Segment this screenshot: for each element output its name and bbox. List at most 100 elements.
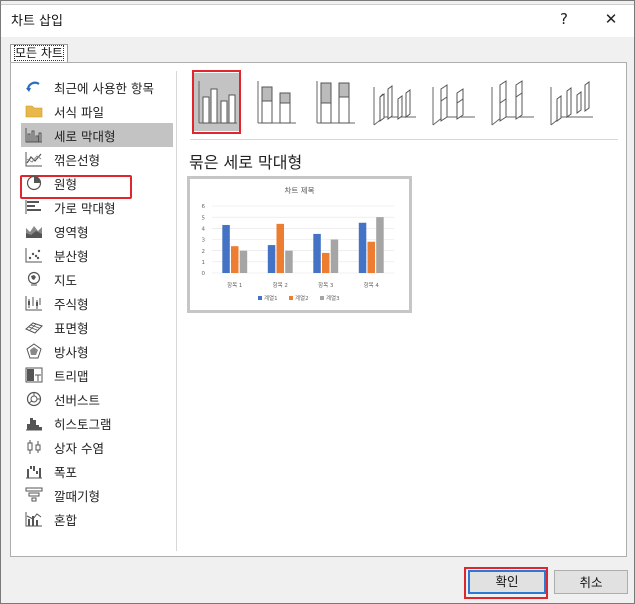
surface-chart-icon [24,319,44,335]
scatter-chart-icon [25,247,43,263]
help-button[interactable]: ? [549,7,579,31]
pie-chart-icon [25,175,43,191]
category-item-18[interactable]: 깔때기형 [21,483,173,507]
legend-swatch-1 [258,296,262,300]
y-tick-label: 4 [202,227,206,233]
category-label: 꺾은선형 [54,152,101,168]
y-tick-label: 5 [202,215,206,221]
chart-subtype-gallery [190,73,620,133]
3d-stacked-column-icon [432,84,475,126]
category-label: 최근에 사용한 항목 [54,80,154,96]
category-item-7[interactable]: 영역형 [21,219,173,243]
category-item-17[interactable]: 폭포 [21,459,173,483]
category-item-10[interactable]: 주식형 [21,291,173,315]
3d-clustered-column-icon [373,85,416,126]
category-label: 서식 파일 [54,104,104,120]
x-tick-label: 항목 3 [318,281,334,289]
bar-1-3 [313,233,321,273]
category-item-12[interactable]: 방사형 [21,339,173,363]
tab-label: 모든 차트 [14,45,64,61]
stock-chart-icon [25,295,43,311]
y-tick-label: 2 [202,249,206,255]
category-item-6[interactable]: 가로 막대형 [21,195,173,219]
sunburst-chart-icon [25,391,43,407]
category-item-11[interactable]: 표면형 [21,315,173,339]
category-label: 표면형 [54,320,89,336]
box-whisker-chart-icon [25,439,43,455]
category-label: 주식형 [54,296,89,312]
subtype-option-4[interactable] [370,73,418,131]
legend-label-3: 계열3 [326,294,340,302]
column-chart-icon [25,127,43,143]
subtype-option-2[interactable] [252,73,300,131]
category-item-1[interactable]: 최근에 사용한 항목 [21,75,173,99]
y-tick-label: 1 [202,260,206,266]
subtype-option-7[interactable] [547,73,595,131]
category-item-9[interactable]: 지도 [21,267,173,291]
category-label: 지도 [54,272,78,288]
tab-area: 모든 차트 최근에 사용한 항목서식 파일세로 막대형꺾은선형원형가로 막대형영… [1,37,634,557]
category-item-13[interactable]: 트리맵 [21,363,173,387]
category-label: 트리맵 [54,368,89,384]
bar-1-1 [222,224,230,273]
legend-swatch-3 [320,296,324,300]
category-item-3[interactable]: 세로 막대형 [21,123,173,147]
cancel-button[interactable]: 취소 [554,570,628,594]
x-tick-label: 항목 2 [273,281,288,289]
close-button[interactable]: ✕ [596,7,626,31]
line-chart-icon [25,151,43,167]
y-tick-label: 0 [202,271,206,277]
category-item-5[interactable]: 원형 [21,171,173,195]
divider [176,71,177,551]
x-tick-label: 항목 4 [364,281,380,289]
bar-2-3 [322,252,330,273]
subtype-option-6[interactable] [488,73,536,131]
preview-chart: 차트 제목 0 1 2 3 4 5 6 항목 1 항목 2 항목 3 항목 4 계열1 계열2 계열3 [202,186,394,302]
chart-category-list: 최근에 사용한 항목서식 파일세로 막대형꺾은선형원형가로 막대형영역형 분산형지… [21,75,173,531]
category-label: 선버스트 [54,392,101,408]
bar-3-2 [285,250,293,273]
category-label: 상자 수염 [54,440,104,456]
bar-2-2 [276,223,284,273]
waterfall-chart-icon [25,463,43,479]
area-chart-icon [25,223,43,239]
bar-chart-icon [25,199,43,215]
category-item-2[interactable]: 서식 파일 [21,99,173,123]
bar-3-1 [239,250,248,273]
folder-icon [25,103,43,119]
category-item-16[interactable]: 상자 수염 [21,435,173,459]
stacked-column-icon [257,81,296,124]
radar-chart-icon [25,343,43,359]
chart-panel: 최근에 사용한 항목서식 파일세로 막대형꺾은선형원형가로 막대형영역형 분산형지… [10,62,627,557]
selected-subtype-highlight [192,70,241,134]
category-item-8[interactable]: 분산형 [21,243,173,267]
combo-chart-icon [25,511,43,527]
insert-chart-dialog: 차트 삽입 ? ✕ 모든 차트 최근에 사용한 항목서식 파일세로 막대형꺾은선… [0,0,635,604]
category-item-15[interactable]: 히스토그램 [21,411,173,435]
map-chart-icon [25,271,43,287]
category-item-14[interactable]: 선버스트 [21,387,173,411]
category-label: 방사형 [54,344,89,360]
dialog-title: 차트 삽입 [11,14,63,29]
category-label: 가로 막대형 [54,200,116,216]
subtype-title: 묶은 세로 막대형 [189,153,303,172]
subtype-option-3[interactable] [311,73,359,131]
category-label: 원형 [54,176,78,192]
bar-3-3 [330,239,339,273]
3d-100-stacked-column-icon [491,80,534,126]
subtype-option-5[interactable] [429,73,477,131]
bar-2-1 [231,246,239,273]
recent-icon [25,79,43,95]
chart-preview[interactable]: 차트 제목 0 1 2 3 4 5 6 항목 1 항목 2 항목 3 항목 4 계열1 계열2 계열3 [187,176,412,313]
legend-label-2: 계열2 [295,294,309,302]
treemap-chart-icon [25,367,43,383]
category-item-4[interactable]: 꺾은선형 [21,147,173,171]
gallery-divider [190,139,618,140]
100-stacked-column-icon [316,81,355,124]
category-item-19[interactable]: 혼합 [21,507,173,531]
3d-column-icon [550,81,593,126]
legend-swatch-2 [289,296,293,300]
category-label: 깔때기형 [54,488,101,504]
bar-1-4 [358,222,367,273]
tab-all-charts[interactable]: 모든 차트 [10,44,68,62]
